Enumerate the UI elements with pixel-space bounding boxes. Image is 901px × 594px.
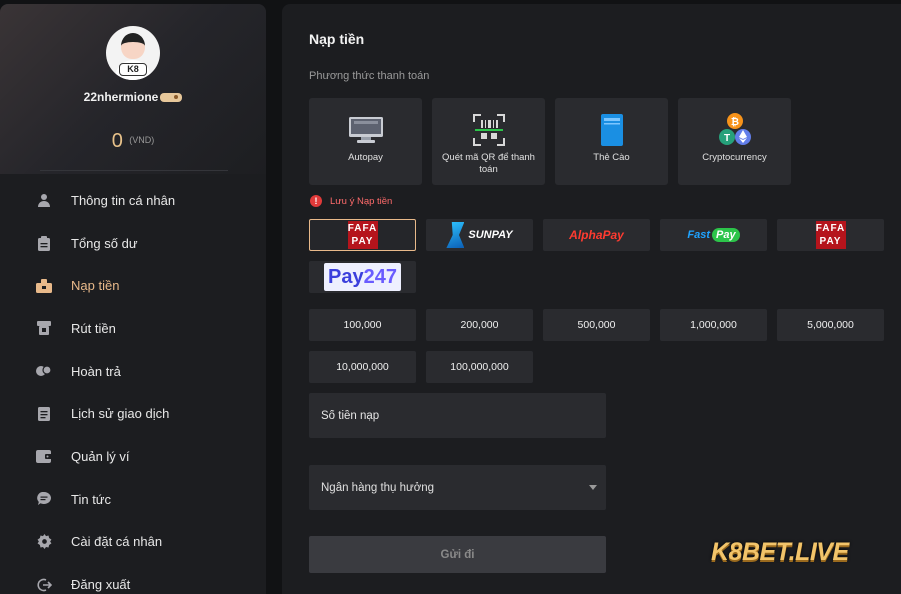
method-label: Thẻ Cào [593,152,630,163]
sidebar-item-label: Cài đặt cá nhân [71,534,163,550]
method-autopay[interactable]: Autopay [309,98,422,185]
crypto-icon: ₿ T [678,110,791,150]
k8bet-watermark-logo: K8BET.LIVE [711,538,849,566]
user-icon [36,192,52,208]
amount-option[interactable]: 200,000 [426,309,533,341]
fastpay-logo: Fast Pay [687,228,740,242]
provider-fafapay-selected[interactable]: FAFA PAY [309,219,416,251]
qr-scan-icon [432,110,545,150]
sidebar-item-withdraw[interactable]: Rút tiền [0,307,266,350]
sidebar-item-label: Tổng số dư [71,235,138,251]
page: K8 22nhermione 0 (VND) Thông tin cá nhân [0,0,901,594]
username: 22nhermione [0,90,266,104]
amount-option[interactable]: 100,000 [309,309,416,341]
sidebar-item-label: Tin tức [71,491,112,507]
balance: 0 (VND) [0,130,266,153]
amount-option[interactable]: 500,000 [543,309,650,341]
chevron-down-icon [589,485,597,490]
sidebar-item-label: Quản lý ví [71,448,130,464]
balance-amount: 0 [111,130,123,152]
sunpay-logo: SUNPAY [446,222,513,248]
sidebar-item-label: Đăng xuất [71,577,131,593]
divider [40,170,228,171]
clipboard-icon [36,235,52,251]
sidebar-item-cashback[interactable]: Hoàn trả [0,350,266,393]
sidebar: K8 22nhermione 0 (VND) Thông tin cá nhân [0,4,266,594]
fafapay-logo: FAFA PAY [815,221,846,249]
provider-pay247[interactable]: Pay247 [309,261,416,293]
method-card[interactable]: Thẻ Cào [555,98,668,185]
sunpay-mark-icon [446,222,465,248]
chat-icon [36,491,52,507]
sidebar-item-label: Hoàn trả [71,363,121,379]
method-label: Cryptocurrency [702,152,767,163]
sidebar-item-label: Nạp tiền [71,278,120,294]
sidebar-item-label: Thông tin cá nhân [71,192,176,208]
history-icon [36,406,52,422]
logout-icon [36,577,52,593]
monitor-icon [309,110,422,150]
deposit-note-text: Lưu ý Nạp tiền [330,195,393,207]
pay247-logo: Pay247 [324,263,401,291]
page-title: Nạp tiền [309,31,365,47]
sidebar-item-total-balance[interactable]: Tổng số dư [0,222,266,265]
method-label: Quét mã QR để thanh toán [442,152,535,175]
sidebar-item-news[interactable]: Tin tức [0,478,266,521]
alphapay-logo: AlphaPay [569,228,624,242]
amount-option[interactable]: 5,000,000 [777,309,884,341]
bank-select[interactable]: Ngân hàng thụ hưởng [309,465,606,510]
bank-select-label: Ngân hàng thụ hưởng [321,481,435,494]
provider-alphapay[interactable]: AlphaPay [543,219,650,251]
avatar-tag: K8 [119,63,147,76]
amount-input[interactable] [309,393,606,438]
method-crypto[interactable]: ₿ T Cryptocurrency [678,98,791,185]
amount-option[interactable]: 1,000,000 [660,309,767,341]
fafapay-logo: FAFA PAY [347,221,378,249]
sidebar-item-deposit[interactable]: Nạp tiền [0,264,266,307]
vip-badge-icon [160,93,183,103]
sidebar-item-history[interactable]: Lịch sử giao dịch [0,392,266,435]
sidebar-item-logout[interactable]: Đăng xuất [0,563,266,594]
username-text: 22nhermione [83,90,159,104]
amount-option[interactable]: 10,000,000 [309,351,416,383]
sidebar-item-personal-info[interactable]: Thông tin cá nhân [0,179,266,222]
provider-fafapay[interactable]: FAFA PAY [777,219,884,251]
method-qr[interactable]: Quét mã QR để thanh toán [432,98,545,185]
balance-currency: (VND) [129,135,155,145]
deposit-panel: Nạp tiền Phương thức thanh toán Autopay … [282,4,901,594]
wallet-icon [36,448,52,464]
deposit-icon [36,278,52,294]
deposit-note[interactable]: ! Lưu ý Nạp tiền [310,195,392,207]
withdraw-icon [36,320,52,336]
submit-button[interactable]: Gửi đi [309,536,606,573]
warning-icon: ! [310,195,322,207]
avatar[interactable]: K8 [106,26,160,80]
sidebar-item-label: Rút tiền [71,320,116,336]
settings-icon [36,534,52,550]
amount-field [309,393,606,438]
amount-presets: 100,000 200,000 500,000 1,000,000 5,000,… [309,309,884,383]
provider-fastpay[interactable]: Fast Pay [660,219,767,251]
provider-list: FAFA PAY SUNPAY AlphaPay Fast Pay FAFA PAY … [309,219,884,293]
sidebar-item-wallet[interactable]: Quản lý ví [0,435,266,478]
sidebar-item-settings[interactable]: Cài đặt cá nhân [0,521,266,564]
sidebar-menu: Thông tin cá nhân Tổng số dư Nạp tiền Rú… [0,179,266,594]
profile-header: K8 22nhermione 0 (VND) [0,4,266,174]
card-icon [555,110,668,150]
cashback-icon [36,363,52,379]
svg-text:T: T [723,133,729,144]
provider-sunpay[interactable]: SUNPAY [426,219,533,251]
payment-methods: Autopay Quét mã QR để thanh toán Thẻ Cào… [309,98,791,185]
sidebar-item-label: Lịch sử giao dịch [71,406,170,422]
method-label: Autopay [348,152,383,163]
amount-option[interactable]: 100,000,000 [426,351,533,383]
payment-methods-title: Phương thức thanh toán [309,70,430,82]
svg-text:₿: ₿ [730,116,738,128]
